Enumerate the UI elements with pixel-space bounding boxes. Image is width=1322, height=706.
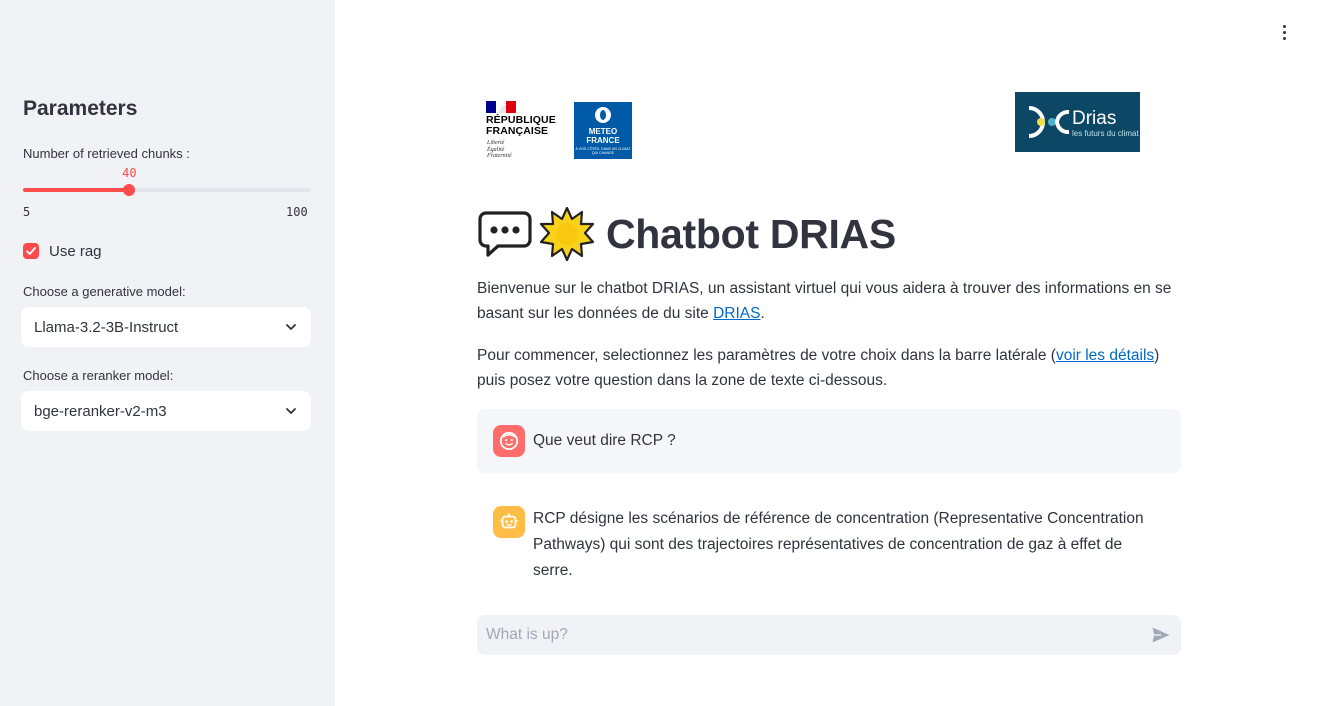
chunks-slider-track[interactable] <box>23 188 311 192</box>
user-message-text: Que veut dire RCP ? <box>533 432 676 449</box>
republique-francaise-logo: RÉPUBLIQUE FRANÇAISE Liberté Égalité Fra… <box>486 101 562 161</box>
use-rag-label[interactable]: Use rag <box>49 243 102 260</box>
sidebar: Parameters Number of retrieved chunks : … <box>0 0 335 706</box>
sun-icon <box>540 207 594 261</box>
reranker-model-label: Choose a reranker model: <box>23 368 174 383</box>
reranker-model-select[interactable]: bge-reranker-v2-m3 <box>21 391 311 431</box>
mf-tagline: À VOS CÔTÉS, DANS UN CLIMAT QUI CHANGE <box>575 147 631 155</box>
details-link[interactable]: voir les détails <box>1056 347 1154 364</box>
chunks-slider-thumb[interactable] <box>123 184 136 196</box>
chevron-down-icon <box>286 324 296 330</box>
chunks-slider-min: 5 <box>23 205 31 219</box>
meteo-france-logo: METEO FRANCE À VOS CÔTÉS, DANS UN CLIMAT… <box>574 102 632 159</box>
drias-logo-tagline: les futurs du climat <box>1072 129 1139 138</box>
chunks-slider-max: 100 <box>286 205 308 219</box>
meteo-france-emblem-icon <box>595 107 611 123</box>
robot-icon <box>500 513 518 529</box>
chat-input[interactable] <box>477 615 1127 655</box>
chat-message-user: Que veut dire RCP ? <box>477 409 1181 473</box>
chunks-slider-fill <box>23 188 130 192</box>
more-vertical-icon <box>1282 25 1286 28</box>
speech-balloon-icon <box>478 211 532 257</box>
assistant-avatar <box>493 506 525 538</box>
page-title: Chatbot DRIAS <box>478 206 896 262</box>
mf-logo-line-1: METEO <box>588 127 618 136</box>
sidebar-title: Parameters <box>23 97 138 120</box>
assistant-message-text: RCP désigne les scénarios de référence d… <box>533 510 1144 579</box>
rf-logo-line-2: FRANÇAISE <box>486 125 549 137</box>
drias-logo-name: Drias <box>1072 108 1117 129</box>
generative-model-value: Llama-3.2-3B-Instruct <box>34 319 179 336</box>
instructions-paragraph: Pour commencer, selectionnez les paramèt… <box>477 347 1160 389</box>
face-icon <box>499 431 519 451</box>
send-icon[interactable] <box>1151 625 1171 645</box>
chunks-slider-value: 40 <box>122 166 137 180</box>
main-menu-button[interactable] <box>1276 22 1292 44</box>
use-rag-checkbox[interactable] <box>23 243 39 259</box>
drias-emblem-icon <box>1028 106 1070 138</box>
drias-link[interactable]: DRIAS <box>713 305 760 322</box>
generative-model-select[interactable]: Llama-3.2-3B-Instruct <box>21 307 311 347</box>
intro-paragraph: Bienvenue sur le chatbot DRIAS, un assis… <box>477 280 1172 322</box>
chunks-slider-label: Number of retrieved chunks : <box>23 146 190 161</box>
drias-logo: Drias les futurs du climat <box>1015 92 1140 152</box>
chat-message-assistant: RCP désigne les scénarios de référence d… <box>477 490 1181 579</box>
user-avatar <box>493 425 525 457</box>
chat-input-container <box>477 615 1181 655</box>
generative-model-label: Choose a generative model: <box>23 284 186 299</box>
check-icon <box>26 247 36 255</box>
french-flag-icon <box>486 101 516 113</box>
mf-logo-line-2: FRANCE <box>586 136 620 145</box>
chevron-down-icon <box>286 408 296 414</box>
page-title-text: Chatbot DRIAS <box>606 210 896 257</box>
reranker-model-value: bge-reranker-v2-m3 <box>34 403 167 420</box>
rf-motto-3: Fraternité <box>487 153 512 159</box>
